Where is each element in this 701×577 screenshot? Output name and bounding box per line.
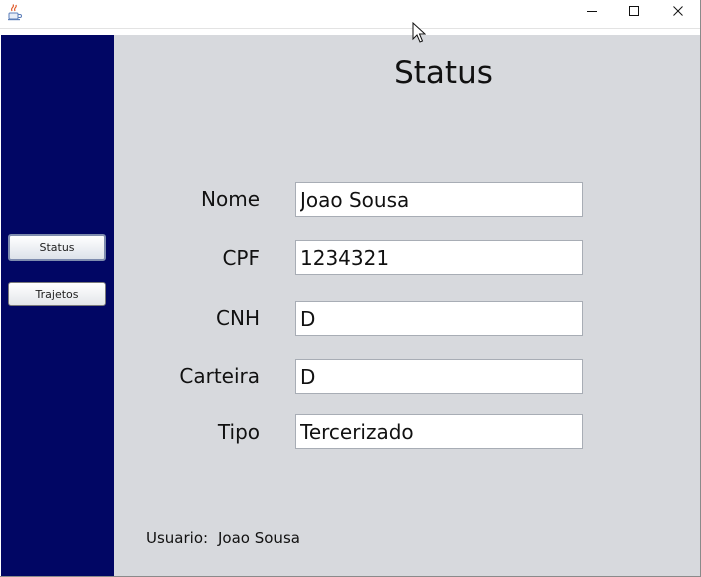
maximize-icon: [628, 2, 640, 21]
carteira-label: Carteira: [179, 364, 260, 388]
sidebar: Status Trajetos: [1, 35, 114, 576]
minimize-icon: [586, 2, 598, 21]
cpf-field[interactable]: [295, 240, 583, 275]
nome-label: Nome: [201, 187, 260, 211]
cnh-field[interactable]: [295, 301, 583, 336]
page-title: Status: [394, 55, 493, 91]
maximize-button[interactable]: [612, 0, 656, 22]
close-button[interactable]: [656, 0, 700, 22]
cpf-label: CPF: [222, 246, 260, 270]
carteira-field[interactable]: [295, 359, 583, 394]
sidebar-button-status[interactable]: Status: [8, 234, 106, 261]
close-icon: [672, 2, 684, 21]
title-bar[interactable]: [0, 0, 700, 29]
nome-field[interactable]: [295, 182, 583, 217]
tipo-field[interactable]: [295, 414, 583, 449]
minimize-button[interactable]: [570, 0, 614, 22]
cnh-label: CNH: [216, 306, 260, 330]
sidebar-button-trajetos[interactable]: Trajetos: [8, 282, 106, 306]
tipo-label: Tipo: [217, 420, 260, 444]
footer-user-label: Usuario:: [146, 529, 209, 547]
java-coffee-cup-icon[interactable]: [7, 4, 23, 21]
mouse-pointer-icon: [412, 21, 427, 44]
application-window: Status Trajetos Status Nome CPF CNH Cart…: [0, 0, 701, 577]
main-panel: Status Trajetos Status Nome CPF CNH Cart…: [1, 35, 700, 576]
footer-user-value: Joao Sousa: [218, 529, 300, 547]
